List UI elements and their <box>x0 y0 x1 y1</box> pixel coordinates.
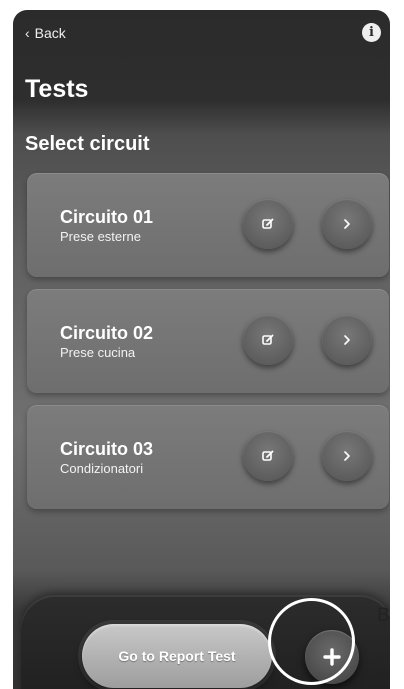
circuit-card[interactable]: Circuito 03 Condizionatori <box>27 405 389 509</box>
bottom-action-bar: Go to Report Test <box>21 595 390 689</box>
section-title: Select circuit <box>25 133 150 155</box>
annotation-label: B <box>377 605 390 626</box>
edit-icon <box>262 334 274 345</box>
app-screen: ‹ Back i Tests Select circuit Circuito 0… <box>13 10 390 689</box>
back-button[interactable]: ‹ Back <box>25 25 66 41</box>
page-title: Tests <box>25 75 89 103</box>
edit-circuit-button[interactable] <box>243 315 293 365</box>
circuit-card[interactable]: Circuito 02 Prese cucina <box>27 289 389 393</box>
circuit-description: Condizionatori <box>60 461 144 476</box>
circuit-description: Prese esterne <box>60 229 141 244</box>
circuit-name: Circuito 02 <box>60 323 154 343</box>
edit-icon <box>262 450 274 461</box>
chevron-right-icon <box>344 219 350 229</box>
circuit-card[interactable]: Circuito 01 Prese esterne <box>27 173 389 277</box>
add-circuit-button[interactable] <box>305 630 359 684</box>
plus-icon <box>323 648 341 666</box>
circuit-description: Prese cucina <box>60 345 136 360</box>
back-label: Back <box>34 25 66 41</box>
circuit-name: Circuito 03 <box>60 439 154 459</box>
circuit-name: Circuito 01 <box>60 207 154 227</box>
go-to-report-test-button[interactable]: Go to Report Test <box>82 624 272 688</box>
top-bar: ‹ Back i <box>13 10 390 58</box>
info-icon[interactable]: i <box>362 23 381 42</box>
chevron-left-icon: ‹ <box>25 25 30 41</box>
open-circuit-button[interactable] <box>322 199 372 249</box>
open-circuit-button[interactable] <box>322 315 372 365</box>
edit-icon <box>262 218 274 229</box>
circuit-list: Circuito 01 Prese esterne Circuito 02 Pr… <box>27 173 389 521</box>
open-circuit-button[interactable] <box>322 431 372 481</box>
chevron-right-icon <box>344 451 350 461</box>
chevron-right-icon <box>344 335 350 345</box>
edit-circuit-button[interactable] <box>243 431 293 481</box>
edit-circuit-button[interactable] <box>243 199 293 249</box>
